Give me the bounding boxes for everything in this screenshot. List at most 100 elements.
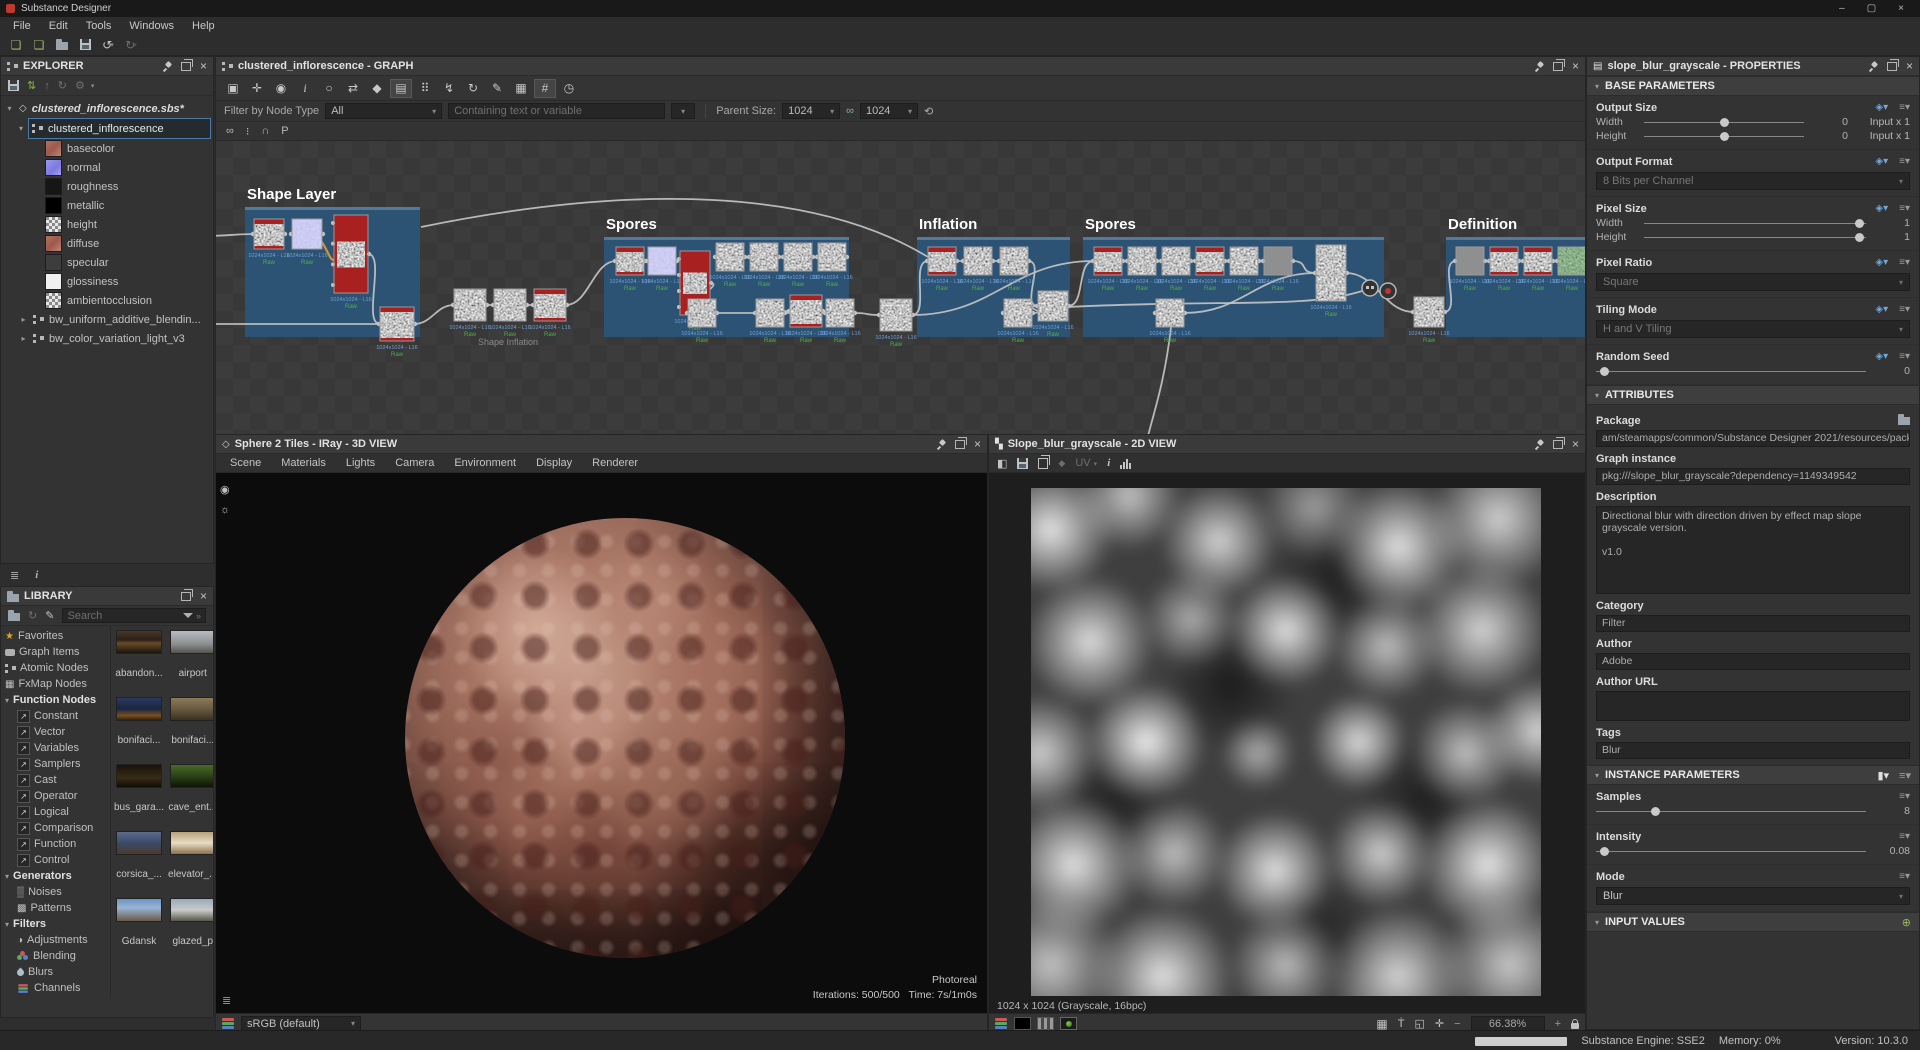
category-field[interactable]: Filter — [1596, 615, 1910, 632]
bookmark-icon[interactable]: ▮▾ — [1877, 769, 1889, 782]
redo-icon[interactable]: ↻▾ — [121, 36, 141, 53]
histogram-icon[interactable] — [1120, 458, 1133, 469]
graph-node[interactable]: 1024x1024 - L16Raw — [1149, 299, 1190, 344]
graph-node[interactable]: 1024x1024 - L16Raw — [1032, 291, 1073, 338]
close-icon[interactable]: × — [200, 591, 207, 601]
pin-icon[interactable] — [1868, 61, 1878, 72]
reset-size-icon[interactable]: ⟲ — [924, 105, 933, 118]
export-icon[interactable]: ↑ — [44, 80, 50, 92]
menu-icon[interactable]: ≡▾ — [1899, 351, 1910, 362]
library-category-cast[interactable]: ↗Cast — [1, 772, 110, 788]
height-slider[interactable] — [1644, 131, 1804, 142]
explorer-output-metallic[interactable]: metallic — [5, 196, 213, 215]
close-icon[interactable]: × — [1572, 439, 1579, 449]
function-icon[interactable]: ◈▾ — [1875, 257, 1888, 268]
library-category-operator[interactable]: ↗Operator — [1, 788, 110, 804]
menu-icon[interactable]: ≡▾ — [1899, 102, 1910, 113]
float-icon[interactable] — [955, 440, 965, 449]
pixel-height-slider[interactable] — [1644, 232, 1866, 243]
graph-wire[interactable] — [854, 313, 880, 315]
explorer-output-ambientocclusion[interactable]: ambientocclusion — [5, 291, 213, 310]
graph-node[interactable]: 1024x1024 - L16Raw — [997, 299, 1038, 344]
parent-height-select[interactable]: 1024 ▾ — [860, 103, 918, 119]
info-icon[interactable]: i — [1107, 457, 1110, 469]
view3d-canvas[interactable]: ◉ ☼ Photoreal Iterations: 500/500 Time: … — [216, 473, 987, 1013]
library-category-blending[interactable]: Blending — [1, 948, 110, 964]
function-icon[interactable]: ◈▾ — [1875, 102, 1888, 113]
library-category-blurs[interactable]: Blurs — [1, 964, 110, 980]
menu-windows[interactable]: Windows — [120, 19, 183, 33]
output-format-select[interactable]: 8 Bits per Channel▾ — [1596, 172, 1910, 190]
close-icon[interactable]: × — [200, 61, 207, 71]
colorspace-layers-icon[interactable] — [222, 1018, 235, 1029]
move-icon[interactable]: ✛ — [246, 79, 268, 98]
library-category-function[interactable]: ↗Function — [1, 836, 110, 852]
sync-icon[interactable]: ⇅ — [27, 79, 36, 92]
open-icon[interactable] — [52, 36, 72, 53]
section-instance-parameters[interactable]: ▾ INSTANCE PARAMETERS ▮▾≡▾ — [1587, 765, 1919, 785]
library-category-noises[interactable]: ▒Noises — [1, 884, 110, 900]
uv-toggle[interactable]: UV ▾ — [1075, 457, 1097, 469]
library-category-function-nodes[interactable]: ▾Function Nodes — [1, 692, 110, 708]
screenshot-icon[interactable]: ◉ — [270, 79, 292, 98]
author-url-field[interactable] — [1596, 691, 1910, 721]
library-thumbnail[interactable]: elevator_... — [168, 831, 213, 880]
minimize-icon[interactable]: – — [1839, 3, 1845, 14]
colorspace-layers-icon[interactable] — [995, 1018, 1008, 1029]
node-link-icon[interactable]: ◆ — [1058, 458, 1065, 469]
new-folder-icon[interactable] — [8, 613, 20, 621]
more-icon[interactable]: » — [196, 611, 201, 621]
chevron-right-icon[interactable]: ▸ — [19, 334, 28, 343]
menu-icon[interactable]: ≡▾ — [1899, 791, 1910, 802]
library-category-logical[interactable]: ↗Logical — [1, 804, 110, 820]
maximize-icon[interactable]: ▢ — [1867, 3, 1876, 14]
graph-node[interactable]: 1024x1024 - L16Raw — [248, 219, 289, 266]
link-display-icon[interactable]: ∞ — [226, 125, 234, 137]
pixel-ratio-select[interactable]: Square▾ — [1596, 273, 1910, 291]
library-thumbnail[interactable]: bus_gara... — [114, 764, 164, 813]
library-category-filters[interactable]: ▾Filters — [1, 916, 110, 932]
library-category-graph-items[interactable]: Graph Items — [1, 644, 110, 660]
node-icon[interactable]: ◆ — [366, 79, 388, 98]
graph-node[interactable]: 1024x1024 - L16Raw — [1310, 245, 1351, 318]
library-category-constant[interactable]: ↗Constant — [1, 708, 110, 724]
library-category-atomic-nodes[interactable]: Atomic Nodes — [1, 660, 110, 676]
explorer-output-glossiness[interactable]: glossiness — [5, 272, 213, 291]
library-category-vector[interactable]: ↗Vector — [1, 724, 110, 740]
view3d-menu-scene[interactable]: Scene — [220, 457, 271, 469]
wire-icon[interactable]: ↯ — [438, 79, 460, 98]
menu-help[interactable]: Help — [183, 19, 224, 33]
close-icon[interactable]: × — [974, 439, 981, 449]
library-category-patterns[interactable]: ▩Patterns — [1, 900, 110, 916]
graph-node[interactable]: 1024x1024 - L16Raw — [875, 299, 916, 348]
info-tab-icon[interactable]: i — [35, 569, 38, 581]
hierarchy-icon[interactable]: ≣ — [222, 994, 231, 1007]
library-thumbnail[interactable]: bonifaci... — [168, 697, 213, 746]
menu-icon[interactable]: ≡▾ — [1899, 304, 1910, 315]
pixel-width-slider[interactable] — [1644, 218, 1866, 229]
view2d-canvas[interactable]: 1024 x 1024 (Grayscale, 16bpc) — [989, 473, 1585, 1013]
library-thumbnail[interactable]: cave_ent... — [168, 764, 213, 813]
display-output-icon[interactable]: ▤ — [390, 79, 412, 98]
search-icon[interactable]: ○ — [318, 79, 340, 98]
menu-icon[interactable]: ≡▾ — [1899, 831, 1910, 842]
library-category-samplers[interactable]: ↗Samplers — [1, 756, 110, 772]
library-thumbnail[interactable]: corsica_... — [114, 831, 164, 880]
menu-icon[interactable]: ≡▾ — [1899, 871, 1910, 882]
menu-file[interactable]: File — [4, 19, 40, 33]
graph-node[interactable]: 1024x1024 - L16Raw — [681, 299, 722, 344]
menu-edit[interactable]: Edit — [40, 19, 77, 33]
tags-field[interactable]: Blur — [1596, 742, 1910, 759]
section-base-parameters[interactable]: ▾ BASE PARAMETERS — [1587, 76, 1919, 96]
graph-node[interactable]: 1024x1024 - L16Raw — [819, 299, 860, 344]
explorer-output-height[interactable]: height — [5, 215, 213, 234]
view3d-menu-renderer[interactable]: Renderer — [582, 457, 648, 469]
new-substance-icon[interactable]: ❏ — [6, 36, 26, 53]
random-seed-slider[interactable] — [1596, 366, 1866, 377]
info-icon[interactable]: i — [294, 79, 316, 98]
chevron-right-icon[interactable]: ▸ — [19, 315, 28, 324]
crop-icon[interactable]: # — [534, 79, 556, 98]
open-folder-icon[interactable] — [1898, 417, 1910, 425]
save-icon[interactable] — [8, 80, 19, 91]
explorer-output-basecolor[interactable]: basecolor — [5, 139, 213, 158]
